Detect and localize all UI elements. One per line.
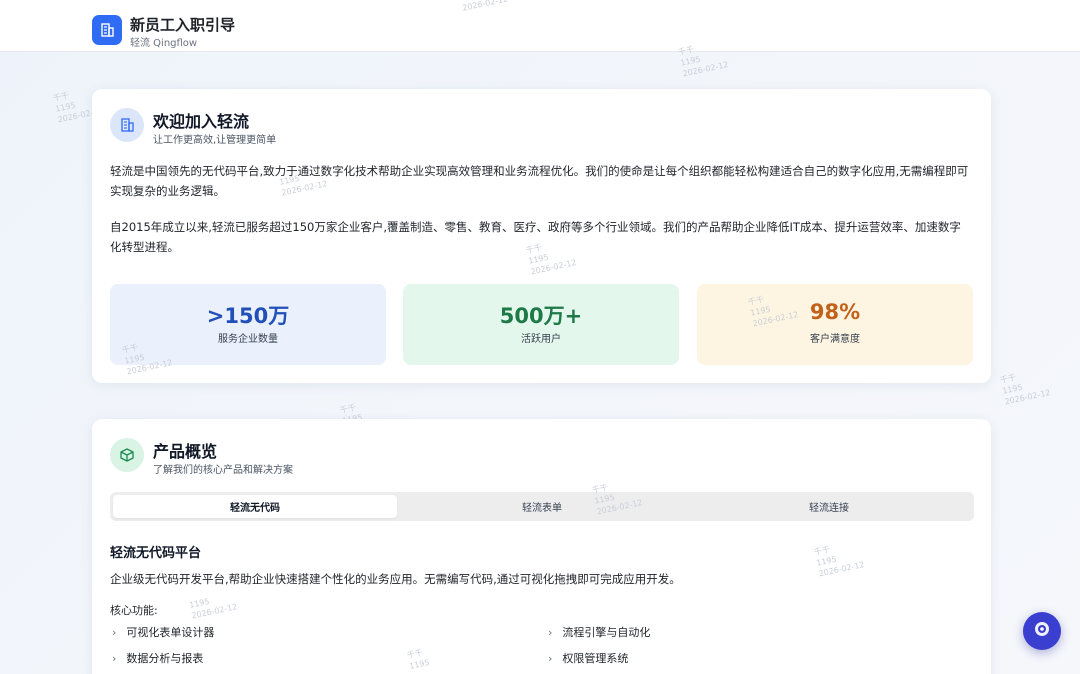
- building-icon[interactable]: [92, 15, 122, 45]
- feature-label: 权限管理系统: [562, 652, 629, 665]
- product-subtitle: 了解我们的核心产品和解决方案: [153, 465, 293, 476]
- stat-label: 活跃用户: [521, 334, 561, 345]
- section-title: 轻流无代码平台: [110, 546, 202, 561]
- stat-label: 客户满意度: [810, 334, 860, 345]
- intro-paragraph: 轻流是中国领先的无代码平台,致力于通过数字化技术帮助企业实现高效管理和业务流程优…: [110, 164, 969, 198]
- product-card: 产品概览 了解我们的核心产品和解决方案 轻流无代码 轻流表单 轻流连接 轻流无代…: [92, 419, 991, 674]
- building-icon: [110, 108, 144, 142]
- chevron-right-icon: ›: [548, 651, 553, 665]
- section-description: 企业级无代码开发平台,帮助企业快速搭建个性化的业务应用。无需编写代码,通过可视化…: [110, 572, 681, 586]
- app-title: 新员工入职引导: [130, 16, 236, 34]
- feature-label: 可视化表单设计器: [126, 626, 215, 639]
- cube-icon: [110, 438, 144, 472]
- feature-label: 流程引擎与自动化: [562, 626, 651, 639]
- history-paragraph: 自2015年成立以来,轻流已服务超过150万家企业客户,覆盖制造、零售、教育、医…: [110, 220, 961, 254]
- tab-nocode[interactable]: 轻流无代码: [113, 495, 397, 518]
- welcome-card: 欢迎加入轻流 让工作更高效,让管理更简单 轻流是中国领先的无代码平台,致力于通过…: [92, 89, 991, 383]
- welcome-subtitle: 让工作更高效,让管理更简单: [153, 135, 277, 146]
- stat-card-users: 500万+ 活跃用户: [403, 284, 679, 365]
- assistant-button[interactable]: [1023, 612, 1061, 650]
- list-item: › 权限管理系统: [548, 650, 628, 666]
- welcome-title: 欢迎加入轻流: [153, 112, 250, 131]
- stat-card-companies: >150万 服务企业数量: [110, 284, 386, 365]
- app-subtitle: 轻流 Qingflow: [130, 38, 198, 49]
- assistant-icon: [1033, 620, 1051, 642]
- stat-card-satisfaction: 98% 客户满意度: [697, 284, 973, 365]
- chevron-right-icon: ›: [112, 625, 117, 639]
- stat-value: 500万+: [499, 304, 583, 328]
- watermark: 千千11952026-02-12: [999, 372, 1052, 407]
- tab-form[interactable]: 轻流表单: [400, 495, 684, 518]
- stat-value: 98%: [809, 300, 861, 324]
- top-header: 新员工入职引导 轻流 Qingflow: [0, 0, 1080, 52]
- tab-connect[interactable]: 轻流连接: [687, 495, 971, 518]
- list-item: › 流程引擎与自动化: [548, 624, 650, 640]
- stat-label: 服务企业数量: [218, 334, 278, 345]
- chevron-right-icon: ›: [112, 651, 117, 665]
- stat-value: >150万: [206, 304, 290, 328]
- feature-label: 数据分析与报表: [126, 652, 204, 665]
- product-title: 产品概览: [153, 442, 218, 461]
- product-tabs: 轻流无代码 轻流表单 轻流连接: [110, 492, 974, 521]
- list-item: › 数据分析与报表: [112, 650, 203, 666]
- list-item: › 可视化表单设计器: [112, 624, 214, 640]
- features-title: 核心功能:: [110, 604, 158, 617]
- chevron-right-icon: ›: [548, 625, 553, 639]
